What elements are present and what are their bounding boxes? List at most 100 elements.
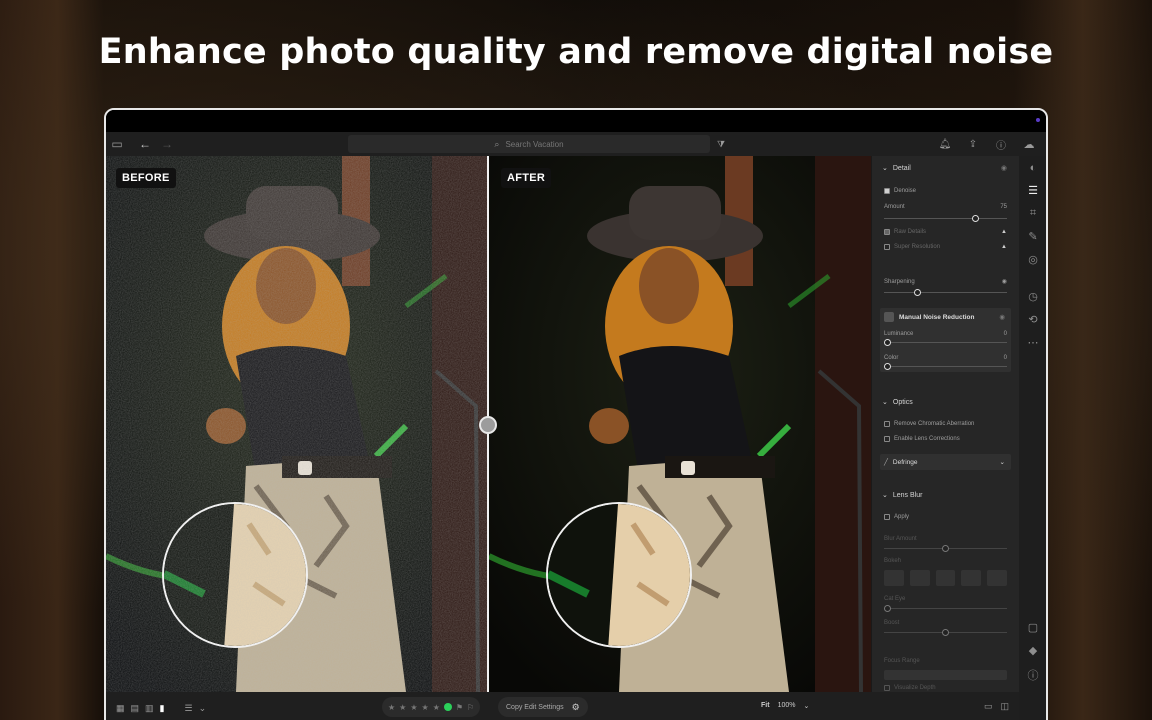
super-resolution-checkbox[interactable] (884, 244, 890, 250)
blur-amount-slider-knob[interactable] (942, 545, 949, 552)
cat-eye-label: Cat Eye (884, 596, 906, 602)
sharpening-slider-knob[interactable] (914, 289, 921, 296)
status-dot-icon[interactable] (443, 703, 452, 711)
luminance-slider-knob[interactable] (884, 339, 891, 346)
copy-edit-settings-button[interactable]: Copy Edit Settings ⚙ (498, 697, 588, 717)
focus-range-label: Focus Range (884, 658, 920, 664)
optics-header[interactable]: ⌄ Optics (882, 398, 1019, 407)
chromatic-label: Remove Chromatic Aberration (894, 421, 975, 427)
comment-icon[interactable]: ▢ (1028, 621, 1038, 634)
flag-icon[interactable]: ⚑ (456, 703, 463, 712)
color-row: Color 0 (884, 355, 1007, 361)
panel-toggle-icon[interactable]: ▭ (106, 137, 128, 151)
healing-icon[interactable]: ✎ (1028, 230, 1037, 243)
back-arrow-icon[interactable]: ← (134, 137, 156, 151)
fit-button[interactable]: Fit (761, 702, 770, 710)
visualize-depth-row[interactable]: Visualize Depth (884, 685, 1007, 691)
grid-view-icon[interactable]: ▦ (116, 703, 125, 714)
denoise-row[interactable]: Denoise (884, 188, 1007, 194)
focus-range-bar[interactable] (884, 670, 1007, 680)
manual-noise-eye-icon[interactable]: ◉ (999, 313, 1005, 321)
super-resolution-row[interactable]: Super Resolution ▲ (884, 244, 1007, 250)
history-icon[interactable]: ◷ (1028, 290, 1038, 303)
zoom-level[interactable]: 100% (778, 702, 796, 710)
filter-icon[interactable]: ⧩ (710, 139, 732, 150)
star-icon[interactable]: ★ (399, 703, 406, 712)
color-label: Color (884, 355, 899, 361)
tag-icon[interactable]: ◆ (1029, 644, 1037, 657)
blur-amount-slider[interactable] (884, 545, 1007, 552)
search-placeholder: Search Vacation (505, 139, 564, 149)
cloud-icon[interactable]: ☁ (1018, 138, 1040, 151)
eyedropper-icon: ╱ (884, 459, 888, 466)
apply-checkbox[interactable] (884, 514, 890, 520)
before-photo: BEFORE (106, 156, 488, 692)
detail-view-icon[interactable]: ▥ (145, 703, 154, 714)
photo-canvas[interactable]: BEFORE AFTER (106, 156, 871, 692)
apply-row[interactable]: Apply (884, 514, 1007, 520)
raw-details-checkbox[interactable] (884, 229, 890, 235)
masking-icon[interactable]: ◎ (1028, 253, 1038, 266)
amount-slider-knob[interactable] (972, 215, 979, 222)
manual-noise-label: Manual Noise Reduction (899, 313, 975, 321)
single-view-icon[interactable]: ▮ (160, 703, 165, 714)
cat-eye-slider[interactable] (884, 605, 1007, 612)
bokeh-bubble-icon[interactable] (909, 570, 930, 586)
amount-slider[interactable] (884, 215, 1007, 222)
top-right-tools: 🔔︎ ⇪ ⓘ ☁ (934, 132, 1040, 156)
info-icon[interactable]: ⓘ (1028, 667, 1039, 683)
visualize-depth-checkbox[interactable] (884, 685, 890, 691)
star-icon[interactable]: ★ (388, 703, 395, 712)
split-view-icon[interactable]: ◫ (1000, 701, 1009, 712)
chromatic-checkbox[interactable] (884, 421, 890, 427)
search-field[interactable]: ⌕ Search Vacation (348, 135, 710, 153)
square-grid-icon[interactable]: ▤ (131, 703, 140, 714)
chevron-down-icon[interactable]: ⌄ (803, 702, 809, 710)
chevron-down-icon[interactable]: ⌄ (199, 703, 207, 714)
sharpening-eye-icon[interactable]: ◉ (1002, 278, 1007, 285)
detail-header[interactable]: ⌄ Detail ◉ (882, 164, 1019, 173)
more-icon[interactable]: ⋯ (1028, 336, 1039, 349)
help-icon[interactable]: ⓘ (990, 137, 1012, 152)
sharpening-slider[interactable] (884, 289, 1007, 296)
star-icon[interactable]: ★ (433, 703, 440, 712)
crop-icon[interactable]: ⌗ (1030, 207, 1036, 220)
boost-slider-knob[interactable] (942, 629, 949, 636)
edit-sliders-icon[interactable]: ☰ (1028, 184, 1038, 197)
star-icon[interactable]: ★ (422, 703, 429, 712)
lens-blur-header[interactable]: ⌄ Lens Blur (882, 491, 1019, 500)
bokeh-circle-icon[interactable] (884, 570, 904, 586)
bokeh-blade-icon[interactable] (935, 570, 956, 586)
lens-corrections-checkbox[interactable] (884, 436, 890, 442)
amount-value: 75 (1000, 204, 1007, 210)
sort-icon[interactable]: ☰ (185, 703, 193, 714)
luminance-value: 0 (1003, 331, 1007, 337)
lens-corrections-row[interactable]: Enable Lens Corrections (884, 436, 1007, 442)
presets-icon[interactable]: ◐ (1030, 162, 1037, 174)
raw-details-row[interactable]: Raw Details ▲ (884, 229, 1007, 235)
detail-title: Detail (892, 164, 911, 172)
luminance-slider[interactable] (884, 339, 1007, 346)
denoise-label: Denoise (894, 188, 917, 194)
filmstrip-icon[interactable]: ▭ (984, 701, 993, 712)
forward-arrow-icon[interactable]: → (156, 137, 178, 151)
color-slider-knob[interactable] (884, 363, 891, 370)
denoise-checkbox[interactable] (884, 188, 890, 194)
reject-flag-icon[interactable]: ⚐ (467, 703, 474, 712)
gear-icon[interactable]: ⚙ (572, 702, 580, 713)
versions-icon[interactable]: ⟲ (1028, 313, 1037, 326)
star-icon[interactable]: ★ (410, 703, 417, 712)
boost-slider[interactable] (884, 629, 1007, 636)
manual-noise-reduction-header[interactable]: Manual Noise Reduction ◉ (880, 308, 1011, 372)
color-slider[interactable] (884, 363, 1007, 370)
compare-slider-handle[interactable] (479, 416, 497, 434)
bell-icon[interactable]: 🔔︎ (934, 139, 956, 150)
bokeh-ring-icon[interactable] (961, 570, 982, 586)
share-icon[interactable]: ⇪ (962, 139, 984, 150)
bokeh-cat-eye-icon[interactable] (987, 570, 1007, 586)
defringe-header[interactable]: ╱ Defringe ⌄ (880, 454, 1011, 470)
cat-eye-slider-knob[interactable] (884, 605, 891, 612)
chromatic-row[interactable]: Remove Chromatic Aberration (884, 421, 1007, 427)
bokeh-row: Bokeh (884, 558, 1007, 564)
eye-icon[interactable]: ◉ (1001, 164, 1007, 172)
